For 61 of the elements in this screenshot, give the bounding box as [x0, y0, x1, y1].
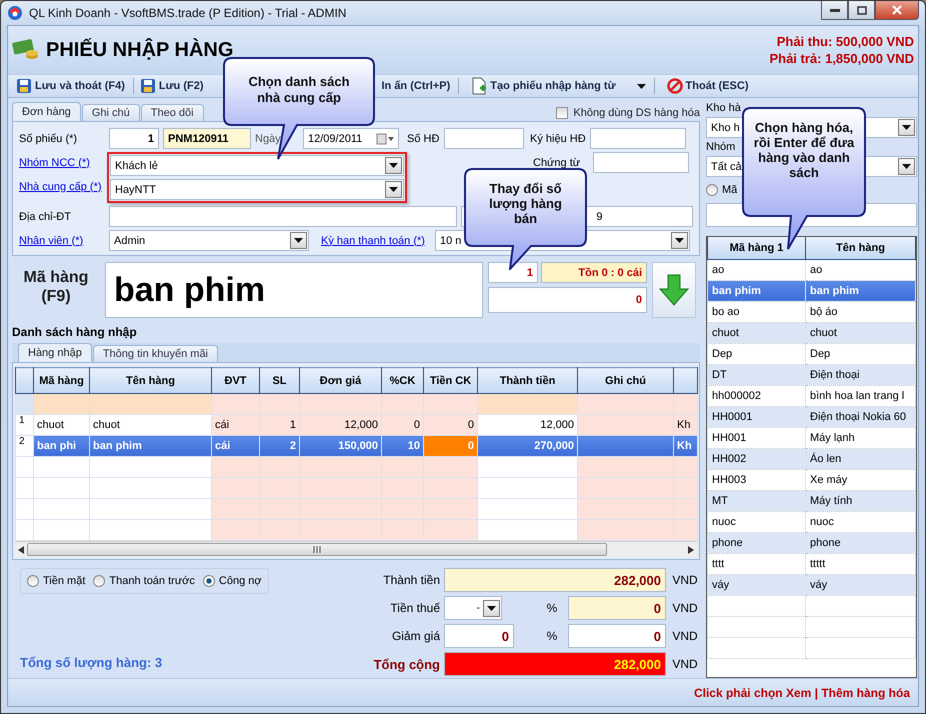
subtotal-value: 282,000 [444, 568, 666, 592]
table-cell: ban phi [34, 436, 90, 456]
field-label: Địa chỉ-ĐT [19, 210, 72, 222]
column-header: SL [260, 368, 300, 394]
column-header: Ghi chú [578, 368, 674, 394]
table-cell: chuot [90, 414, 212, 436]
table-cell: ban phim [90, 436, 212, 456]
table-cell: 2 [260, 436, 300, 456]
checkbox-label: Không dùng DS hàng hóa [573, 107, 700, 119]
table-cell: 150,000 [300, 436, 382, 456]
currency-label: VND [671, 629, 699, 643]
column-header: ĐVT [212, 368, 260, 394]
field-label: Số HĐ [407, 132, 440, 144]
column-header: %CK [382, 368, 424, 394]
receivable-amount: Phải thu: 500,000 VND [776, 33, 914, 50]
stock-info: Tồn 0 : 0 cái [541, 262, 647, 283]
table-cell: 0 [382, 414, 424, 436]
field-label: Nhóm [706, 141, 736, 153]
percent-label: % [546, 629, 558, 643]
column-header: Đơn giá [300, 368, 382, 394]
field-label: Kho hà [706, 102, 741, 114]
total-label: Tiền thuế [389, 601, 440, 615]
currency-label: VND [671, 657, 699, 671]
status-hint: Click phải chọn Xem | Thêm hàng hóa [694, 686, 910, 700]
tax-value: 0 [568, 596, 666, 620]
grand-total-label: Tổng cộng [372, 656, 440, 672]
total-quantity: Tổng số lượng hàng: 3 [20, 655, 162, 670]
table-cell: 12,000 [478, 414, 578, 436]
field-label: Chứng từ [533, 156, 582, 168]
table-cell: 1 [260, 414, 300, 436]
grand-total-value: 282,000 [444, 652, 666, 676]
total-label: Thành tiền [382, 573, 440, 587]
field-label: Ký hiệu HĐ [530, 132, 586, 144]
field-label: Số phiếu (*) [19, 132, 78, 144]
currency-label: VND [671, 601, 699, 615]
item-code-label: Mã hàng (F9) [22, 268, 90, 307]
table-cell: cái [212, 414, 260, 436]
table-cell: 270,000 [478, 436, 578, 456]
total-label: Giảm giá [390, 629, 440, 643]
table-cell: cái [212, 436, 260, 456]
payable-amount: Phải trả: 1,850,000 VND [769, 50, 914, 67]
table-cell: 12,000 [300, 414, 382, 436]
column-header: Mã hàng [34, 368, 90, 394]
column-header: Mã hàng 1 [708, 237, 806, 259]
table-cell: Kh [674, 414, 698, 436]
row-number: 1 [16, 414, 34, 436]
column-header: Tên hàng [90, 368, 212, 394]
column-header: Tên hàng [806, 237, 916, 259]
window-title: QL Kinh Doanh - VsoftBMS.trade (P Edition) - Trial - ADMIN [29, 6, 348, 20]
form-title: PHIẾU NHẬP HÀNG [46, 38, 234, 62]
field-label: Ngày [255, 132, 282, 144]
table-cell: chuot [34, 414, 90, 436]
table-cell: 10 [382, 436, 424, 456]
table-cell: 0 [424, 414, 478, 436]
row-number: 2 [16, 436, 34, 456]
column-header: Thành tiền [478, 368, 578, 394]
section-title: Danh sách hàng nhập [12, 325, 138, 339]
currency-label: VND [671, 573, 699, 587]
percent-label: % [546, 601, 558, 615]
table-cell: Kh [674, 436, 698, 456]
column-header: Tiền CK [424, 368, 478, 394]
